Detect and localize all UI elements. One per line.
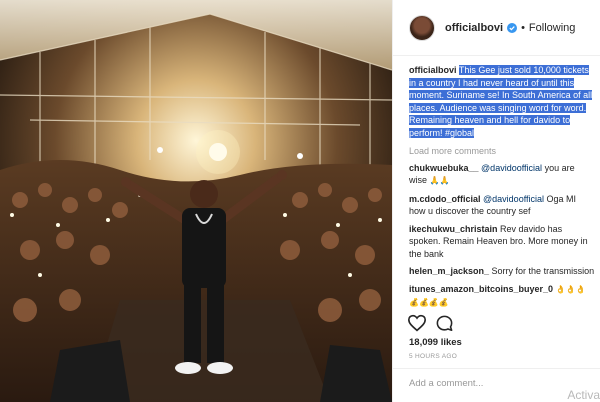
comment-username[interactable]: helen_m_jackson_ bbox=[409, 266, 489, 276]
comment-emoji: 🙏🙏 bbox=[429, 176, 450, 185]
heart-icon[interactable] bbox=[407, 314, 427, 332]
comments-list: officialbovi This Gee just sold 10,000 t… bbox=[409, 64, 595, 315]
following-button[interactable]: Following bbox=[529, 22, 575, 34]
concert-photo-illustration bbox=[0, 0, 392, 402]
comment-mention[interactable]: @davidoofficial bbox=[483, 194, 544, 204]
comment-text: Sorry for the transmission bbox=[489, 266, 595, 276]
header-separator: • bbox=[521, 21, 525, 34]
comment-item: m.cdodo_official @davidoofficial Oga MI … bbox=[409, 193, 595, 218]
header-username[interactable]: officialbovi bbox=[445, 22, 503, 34]
comment-username[interactable]: m.cdodo_official bbox=[409, 194, 481, 204]
caption-username[interactable]: officialbovi bbox=[409, 65, 457, 75]
action-bar bbox=[407, 312, 454, 334]
avatar[interactable] bbox=[409, 14, 435, 41]
caption: officialbovi This Gee just sold 10,000 t… bbox=[409, 64, 595, 139]
comment-item: itunes_amazon_bitcoins_buyer_0 👌👌👌💰💰💰💰 bbox=[409, 283, 595, 310]
post-header: officialbovi • Following bbox=[393, 0, 600, 56]
comment-username[interactable]: chukwuebuka__ bbox=[409, 163, 479, 173]
add-comment-input[interactable]: Add a comment... bbox=[409, 378, 483, 389]
instagram-post: officialbovi • Following officialbovi Th… bbox=[0, 0, 600, 402]
comment-item: chukwuebuka__ @davidoofficial you are wi… bbox=[409, 162, 595, 188]
comment-item: helen_m_jackson_ Sorry for the transmiss… bbox=[409, 265, 595, 278]
divider bbox=[393, 368, 600, 369]
activation-watermark: Activa bbox=[567, 388, 600, 402]
caption-text: This Gee just sold 10,000 tickets in a c… bbox=[409, 65, 593, 138]
comment-username[interactable]: itunes_amazon_bitcoins_buyer_0 bbox=[409, 284, 553, 294]
comment-bubble-icon[interactable] bbox=[435, 314, 454, 333]
post-timestamp: 5 HOURS AGO bbox=[409, 353, 458, 360]
comment-item: ikechukwu_christain Rev davido has spoke… bbox=[409, 223, 595, 261]
verified-badge-icon bbox=[507, 22, 518, 33]
comment-username[interactable]: ikechukwu_christain bbox=[409, 224, 498, 234]
post-sidebar: officialbovi • Following officialbovi Th… bbox=[392, 0, 600, 402]
comment-mention[interactable]: @davidoofficial bbox=[481, 163, 542, 173]
likes-count[interactable]: 18,099 likes bbox=[409, 337, 462, 348]
load-more-comments-link[interactable]: Load more comments bbox=[409, 145, 595, 158]
post-photo[interactable] bbox=[0, 0, 392, 402]
